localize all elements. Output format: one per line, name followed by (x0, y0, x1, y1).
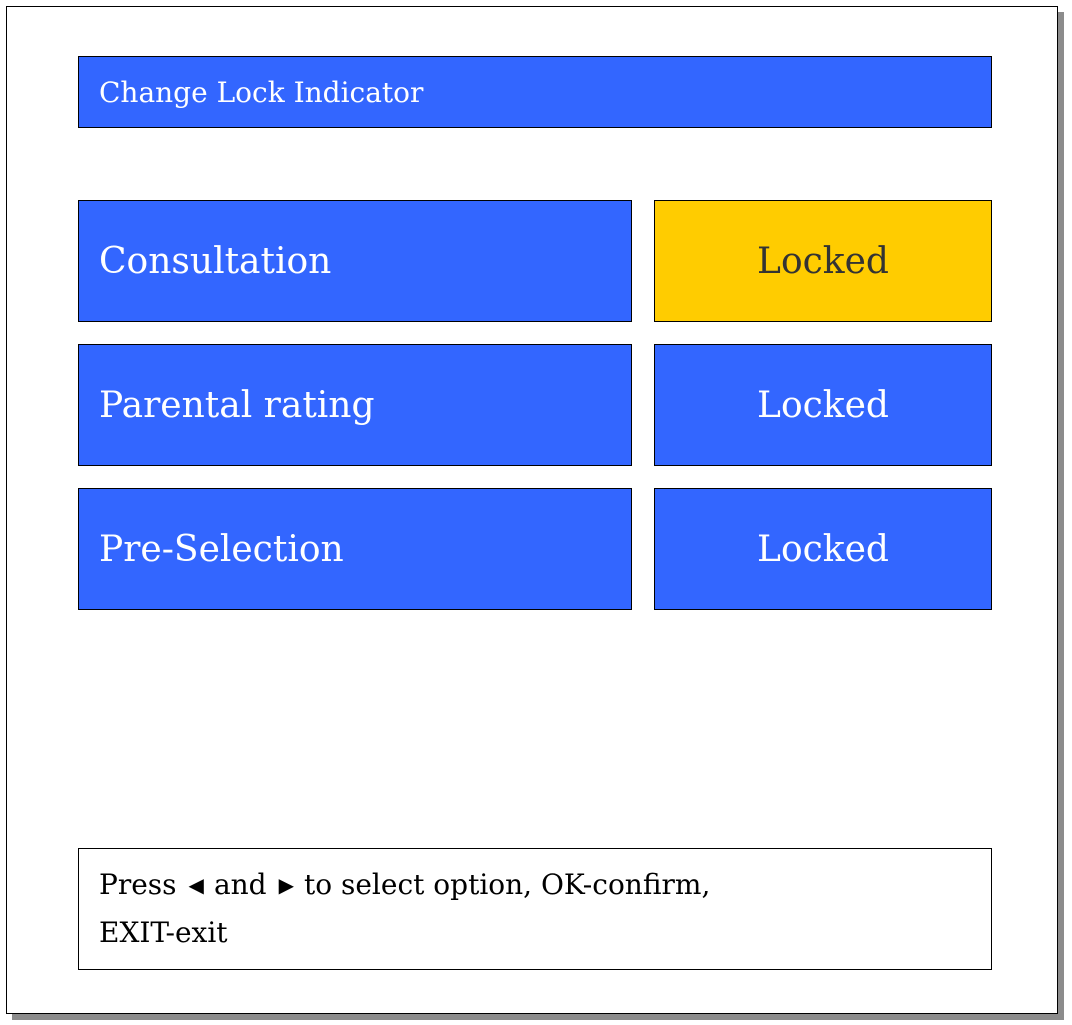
row-consultation: Consultation Locked (78, 200, 992, 322)
row-pre-selection: Pre-Selection Locked (78, 488, 992, 610)
option-label-parental-rating[interactable]: Parental rating (78, 344, 632, 466)
help-rest-text: to select option, OK-confirm, (303, 868, 711, 901)
option-label-text: Consultation (99, 240, 332, 282)
option-value-text: Locked (757, 240, 889, 282)
help-line-1: Press ◀ and ▶ to select option, OK-confirm, (99, 861, 971, 909)
option-label-text: Pre-Selection (99, 528, 344, 570)
option-value-text: Locked (757, 384, 889, 426)
option-value-parental-rating[interactable]: Locked (654, 344, 992, 466)
option-value-pre-selection[interactable]: Locked (654, 488, 992, 610)
help-box: Press ◀ and ▶ to select option, OK-confirm, … (78, 848, 992, 970)
option-value-consultation[interactable]: Locked (654, 200, 992, 322)
right-arrow-icon: ▶ (278, 873, 294, 897)
option-label-pre-selection[interactable]: Pre-Selection (78, 488, 632, 610)
option-label-text: Parental rating (99, 384, 375, 426)
row-parental-rating: Parental rating Locked (78, 344, 992, 466)
left-arrow-icon: ◀ (188, 873, 204, 897)
menu-title: Change Lock Indicator (78, 56, 992, 128)
help-press-text: Press (99, 868, 177, 901)
menu-title-text: Change Lock Indicator (99, 75, 424, 109)
menu-frame: Change Lock Indicator Consultation Locke… (6, 6, 1058, 1014)
option-value-text: Locked (757, 528, 889, 570)
help-line-2: EXIT-exit (99, 916, 228, 949)
option-label-consultation[interactable]: Consultation (78, 200, 632, 322)
help-and-text: and (213, 868, 267, 901)
